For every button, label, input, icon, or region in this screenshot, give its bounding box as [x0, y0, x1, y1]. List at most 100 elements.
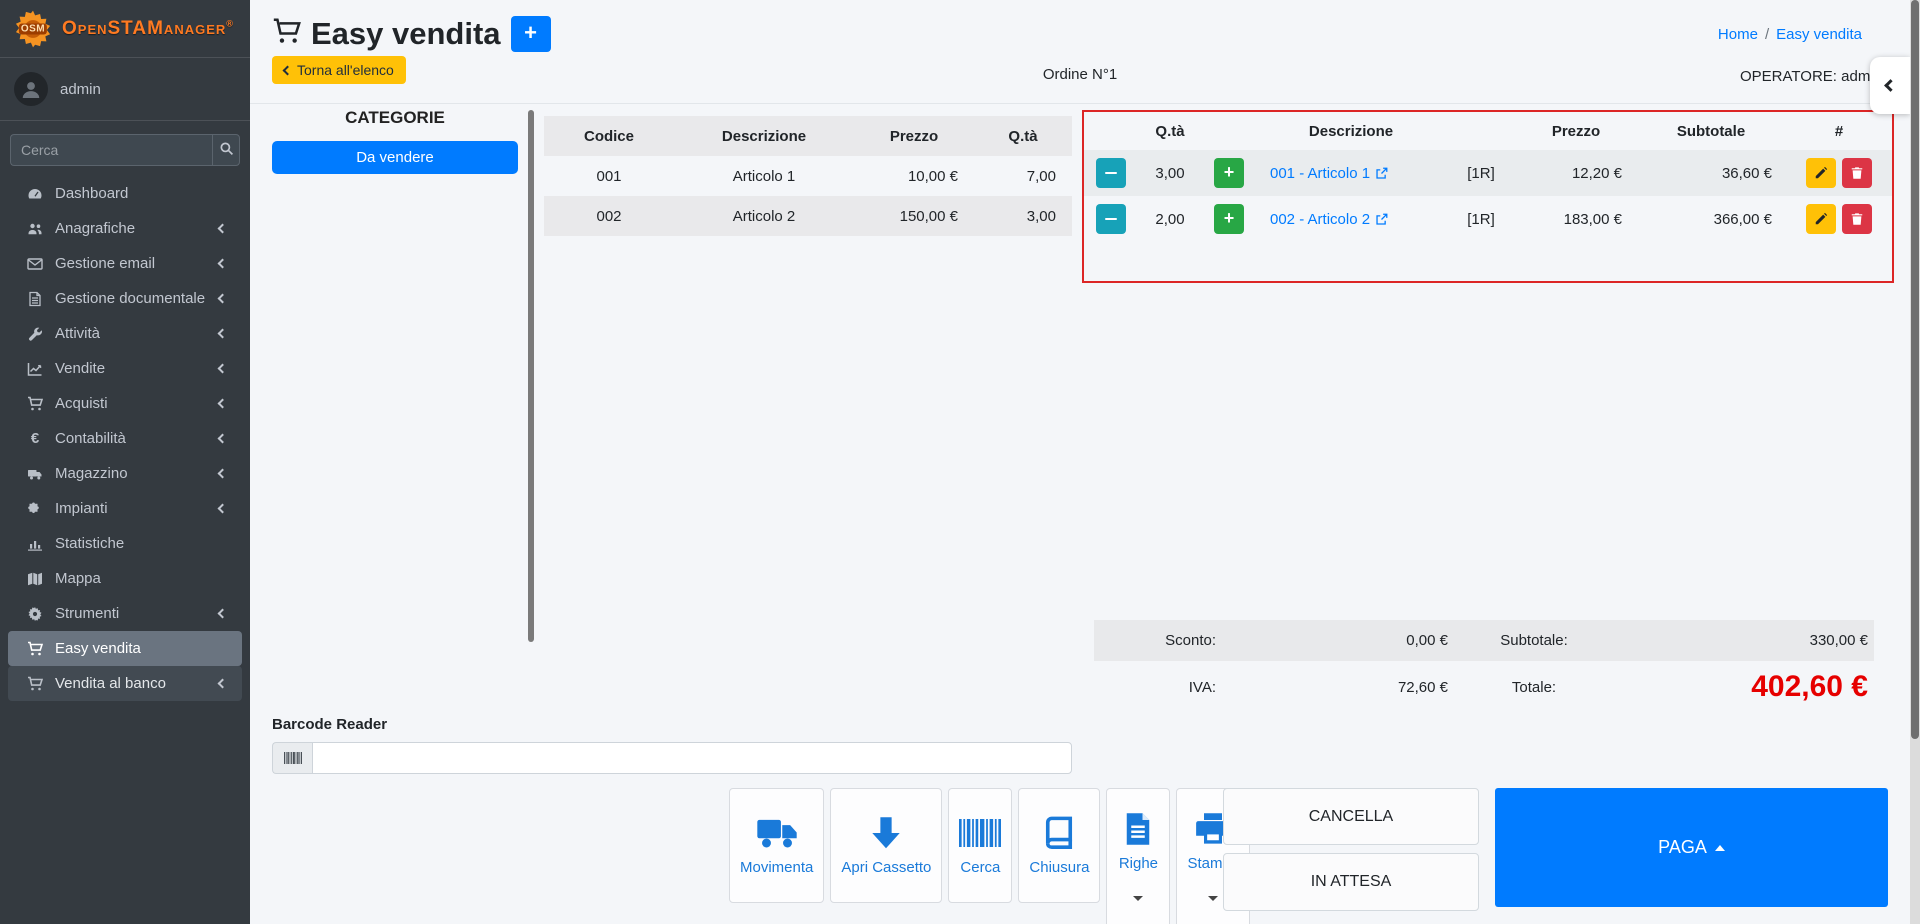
plus-icon: + — [1224, 209, 1235, 229]
user-panel[interactable]: admin — [0, 58, 250, 121]
edit-row-button[interactable] — [1806, 204, 1836, 234]
puzzle-icon — [24, 501, 46, 517]
in-attesa-button[interactable]: IN ATTESA — [1223, 853, 1479, 911]
search-input[interactable] — [10, 134, 212, 166]
euro-icon: € — [24, 430, 46, 447]
righe-dropdown-button[interactable]: Righe — [1106, 788, 1170, 924]
page-scrollbar-thumb[interactable] — [1911, 0, 1919, 739]
sidebar-item-vendita-al-banco[interactable]: Vendita al banco — [8, 666, 242, 701]
sidebar-item-impianti[interactable]: Impianti — [8, 491, 242, 526]
delete-row-button[interactable] — [1842, 158, 1872, 188]
cart-col-qta: Q.tà — [1138, 123, 1202, 140]
col-header-prezzo: Prezzo — [854, 128, 974, 145]
breadcrumb-current-link[interactable]: Easy vendita — [1776, 26, 1862, 43]
movimenta-button[interactable]: Movimenta — [729, 788, 824, 903]
sidebar-item-contabilita[interactable]: € Contabilità — [8, 421, 242, 456]
cart-ref: [1R] — [1446, 196, 1516, 242]
cart-row: 3,00 + 001 - Articolo 1 [1R] 12,20 € 36,… — [1084, 150, 1892, 196]
search-button[interactable] — [212, 134, 240, 166]
apri-cassetto-button[interactable]: Apri Cassetto — [830, 788, 942, 903]
add-order-button[interactable]: + — [511, 16, 551, 52]
products-header-row: Codice Descrizione Prezzo Q.tà — [544, 116, 1072, 156]
iva-value: 72,60 € — [1224, 679, 1454, 696]
sidebar-item-acquisti[interactable]: Acquisti — [8, 386, 242, 421]
categories-title: CATEGORIE — [272, 108, 518, 128]
cancella-button[interactable]: CANCELLA — [1223, 788, 1479, 845]
sidebar-item-statistiche[interactable]: Statistiche — [8, 526, 242, 561]
barcode-icon — [272, 742, 312, 774]
sidebar-item-magazzino[interactable]: Magazzino — [8, 456, 242, 491]
cart-col-subtotale: Subtotale — [1636, 123, 1786, 140]
increase-qty-button[interactable]: + — [1214, 158, 1244, 188]
page-scrollbar[interactable] — [1910, 0, 1920, 924]
sidebar-item-gestione-documentale[interactable]: Gestione documentale — [8, 281, 242, 316]
products-table: Codice Descrizione Prezzo Q.tà 001 Artic… — [544, 116, 1072, 236]
chevron-left-icon — [218, 259, 228, 269]
cart-price: 12,20 € — [1516, 150, 1636, 196]
chevron-left-icon — [218, 679, 228, 689]
product-row[interactable]: 001 Articolo 1 10,00 € 7,00 — [544, 156, 1072, 196]
subtotale-value: 330,00 € — [1614, 632, 1874, 649]
product-row[interactable]: 002 Articolo 2 150,00 € 3,00 — [544, 196, 1072, 236]
decrease-qty-button[interactable] — [1096, 158, 1126, 188]
cart-row: 2,00 + 002 - Articolo 2 [1R] 183,00 € 36… — [1084, 196, 1892, 242]
chiusura-button[interactable]: Chiusura — [1018, 788, 1100, 903]
sidebar-item-strumenti[interactable]: Strumenti — [8, 596, 242, 631]
sidebar-item-attivita[interactable]: Attività — [8, 316, 242, 351]
chevron-left-icon — [218, 364, 228, 374]
sidebar-item-anagrafiche[interactable]: Anagrafiche — [8, 211, 242, 246]
increase-qty-button[interactable]: + — [1214, 204, 1244, 234]
bar-chart-icon — [24, 536, 46, 552]
breadcrumb-home-link[interactable]: Home — [1718, 26, 1758, 43]
sidebar-item-gestione-email[interactable]: Gestione email — [8, 246, 242, 281]
collapse-panel-toggle[interactable] — [1870, 57, 1910, 114]
page-title: Easy vendita — [311, 16, 501, 52]
barcode-reader-group — [272, 742, 1072, 774]
iva-label: IVA: — [1094, 679, 1224, 696]
user-avatar — [14, 72, 48, 106]
edit-row-button[interactable] — [1806, 158, 1836, 188]
brand[interactable]: OSM OpenSTAManager® — [0, 0, 250, 58]
cart-ref: [1R] — [1446, 150, 1516, 196]
cart-item-link[interactable]: 002 - Articolo 2 — [1270, 211, 1388, 228]
minus-icon — [1105, 218, 1117, 221]
chevron-left-icon — [218, 399, 228, 409]
cart-col-descrizione: Descrizione — [1256, 123, 1446, 140]
envelope-icon — [24, 256, 46, 272]
barcode-input[interactable] — [312, 742, 1072, 774]
chevron-left-icon — [218, 609, 228, 619]
decrease-qty-button[interactable] — [1096, 204, 1126, 234]
sidebar-nav: Dashboard Anagrafiche Gestione email Ges… — [0, 176, 250, 701]
chevron-left-icon — [218, 329, 228, 339]
sidebar-item-easy-vendita[interactable]: Easy vendita — [8, 631, 242, 666]
map-icon — [24, 571, 46, 587]
search-icon — [219, 141, 234, 159]
chevron-left-icon — [1884, 79, 1897, 92]
minus-icon — [1105, 172, 1117, 175]
sidebar-item-mappa[interactable]: Mappa — [8, 561, 242, 596]
col-header-codice: Codice — [544, 128, 674, 145]
paga-button[interactable]: PAGA — [1495, 788, 1888, 907]
sidebar-item-dashboard[interactable]: Dashboard — [8, 176, 242, 211]
caret-down-icon — [1208, 896, 1218, 901]
chart-line-icon — [24, 361, 46, 377]
delete-row-button[interactable] — [1842, 204, 1872, 234]
cerca-button[interactable]: Cerca — [948, 788, 1012, 903]
sidebar-item-vendite[interactable]: Vendite — [8, 351, 242, 386]
cart-icon — [24, 641, 46, 657]
cart-icon — [24, 396, 46, 412]
wrench-icon — [24, 326, 46, 342]
cart-icon — [272, 17, 301, 51]
file-icon — [24, 291, 46, 307]
cart-item-link[interactable]: 001 - Articolo 1 — [1270, 165, 1388, 182]
col-header-qta: Q.tà — [974, 128, 1072, 145]
category-button-da-vendere[interactable]: Da vendere — [272, 141, 518, 174]
main-content: Easy vendita + Home / Easy vendita Torna… — [250, 0, 1910, 924]
caret-up-icon — [1715, 845, 1725, 851]
col-header-descrizione: Descrizione — [674, 128, 854, 145]
osm-gear-logo-icon: OSM — [12, 8, 54, 50]
totale-value: 402,60 € — [1614, 670, 1874, 704]
cart-panel: Q.tà Descrizione Prezzo Subtotale # 3,00… — [1082, 110, 1894, 283]
categories-scrollbar[interactable] — [528, 110, 534, 642]
gear-icon — [24, 606, 46, 622]
